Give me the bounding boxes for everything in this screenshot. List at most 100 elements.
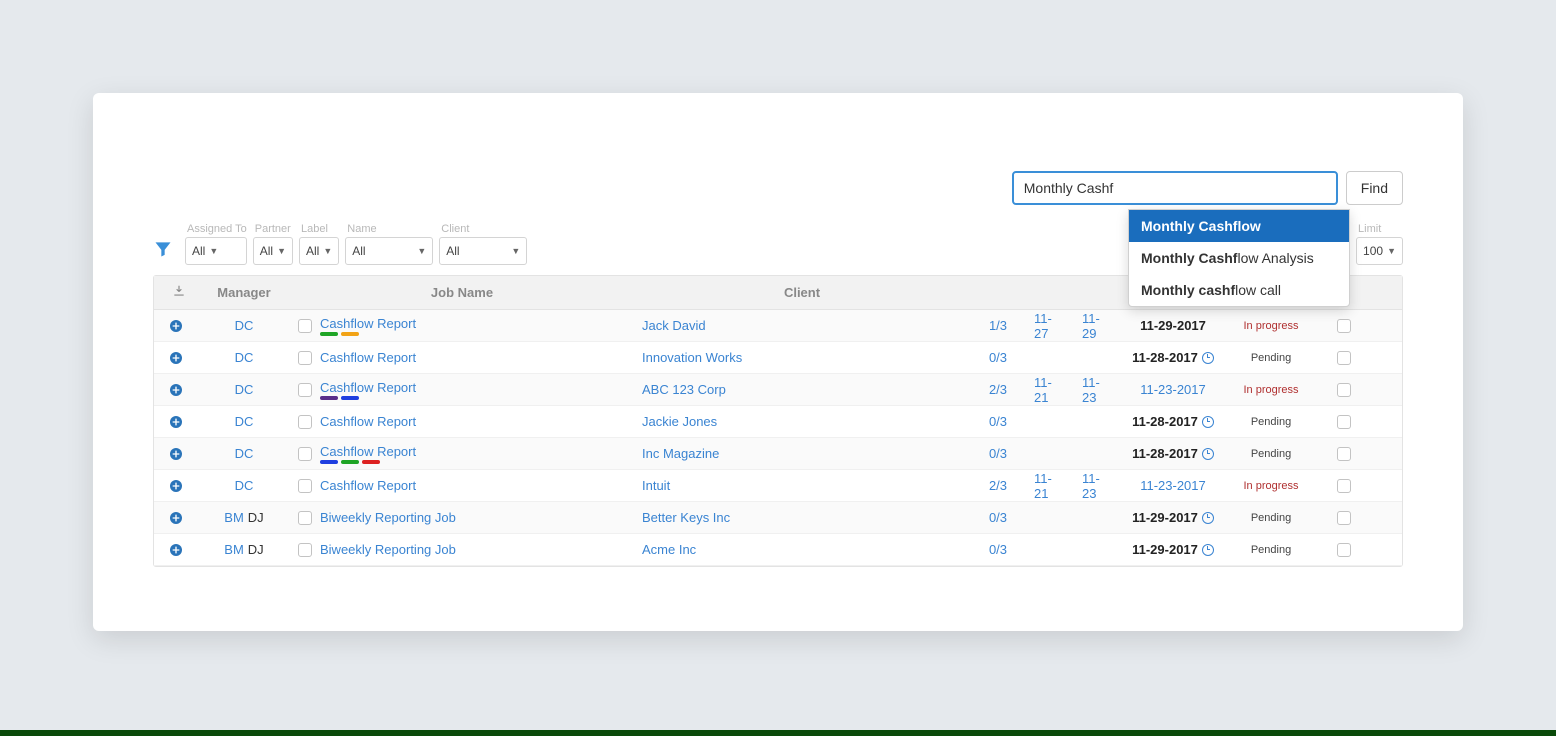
tasks-cell[interactable]: 0/3 — [970, 542, 1026, 557]
manager-link[interactable]: DC — [235, 414, 254, 429]
manager-link[interactable]: DC — [235, 446, 254, 461]
plus-circle-icon[interactable] — [168, 510, 184, 526]
in-cell[interactable]: 11-27 — [1026, 311, 1074, 341]
manager-link[interactable]: BM — [224, 542, 244, 557]
expand-cell — [154, 414, 198, 430]
autocomplete-item[interactable]: Monthly cashflow call — [1129, 274, 1349, 306]
table-row: DCCashflow ReportInc Magazine0/311-28-20… — [154, 438, 1402, 470]
row-select-checkbox[interactable] — [1337, 383, 1351, 397]
search-input[interactable] — [1012, 171, 1338, 205]
manager-cell: DC — [198, 478, 290, 493]
tasks-cell[interactable]: 0/3 — [970, 446, 1026, 461]
due-cell[interactable]: 11-23-2017 — [1122, 382, 1224, 397]
job-link[interactable]: Cashflow Report — [320, 478, 416, 493]
status-cell: In progress — [1224, 480, 1318, 492]
out-cell[interactable]: 11-23 — [1074, 375, 1122, 405]
jobs-card: Find Monthly CashflowMonthly Cashflow An… — [93, 93, 1463, 631]
tasks-cell[interactable]: 0/3 — [970, 510, 1026, 525]
tasks-cell[interactable]: 0/3 — [970, 350, 1026, 365]
tasks-cell[interactable]: 1/3 — [970, 318, 1026, 333]
plus-circle-icon[interactable] — [168, 414, 184, 430]
row-select-checkbox[interactable] — [1337, 511, 1351, 525]
row-select-checkbox[interactable] — [1337, 479, 1351, 493]
col-job-name: Job Name — [290, 285, 634, 300]
row-checkbox[interactable] — [298, 511, 312, 525]
client-link[interactable]: Better Keys Inc — [642, 510, 730, 525]
row-checkbox[interactable] — [298, 319, 312, 333]
autocomplete-item[interactable]: Monthly Cashflow Analysis — [1129, 242, 1349, 274]
row-select-cell — [1318, 319, 1370, 333]
row-checkbox[interactable] — [298, 447, 312, 461]
client-link[interactable]: Acme Inc — [642, 542, 696, 557]
expand-cell — [154, 318, 198, 334]
row-checkbox[interactable] — [298, 351, 312, 365]
status-cell: Pending — [1224, 416, 1318, 428]
download-icon[interactable] — [172, 284, 186, 298]
plus-circle-icon[interactable] — [168, 318, 184, 334]
client-link[interactable]: ABC 123 Corp — [642, 382, 726, 397]
in-cell[interactable]: 11-21 — [1026, 375, 1074, 405]
manager-link[interactable]: DC — [235, 318, 254, 333]
row-select-checkbox[interactable] — [1337, 319, 1351, 333]
manager-link[interactable]: DC — [235, 478, 254, 493]
row-checkbox[interactable] — [298, 415, 312, 429]
job-link[interactable]: Cashflow Report — [320, 444, 416, 459]
due-cell[interactable]: 11-23-2017 — [1122, 478, 1224, 493]
row-select-checkbox[interactable] — [1337, 447, 1351, 461]
client-cell: Jack David — [634, 318, 970, 333]
in-cell[interactable]: 11-21 — [1026, 471, 1074, 501]
tasks-cell[interactable]: 2/3 — [970, 478, 1026, 493]
filter-select-partner[interactable]: All▼ — [253, 237, 293, 265]
row-select-checkbox[interactable] — [1337, 415, 1351, 429]
manager-link[interactable]: DC — [235, 350, 254, 365]
plus-circle-icon[interactable] — [168, 478, 184, 494]
job-name-cell: Cashflow Report — [290, 380, 634, 400]
filter-select-client[interactable]: All▼ — [439, 237, 527, 265]
due-cell: 11-29-2017 — [1122, 318, 1224, 333]
row-select-checkbox[interactable] — [1337, 351, 1351, 365]
job-link[interactable]: Biweekly Reporting Job — [320, 510, 456, 525]
plus-circle-icon[interactable] — [168, 542, 184, 558]
manager-link[interactable]: BM — [224, 510, 244, 525]
job-link[interactable]: Cashflow Report — [320, 414, 416, 429]
tag-orange — [341, 332, 359, 336]
filter-label: Partner — [253, 223, 293, 235]
download-column — [154, 284, 198, 301]
filter-select-name[interactable]: All▼ — [345, 237, 433, 265]
manager-link[interactable]: DC — [235, 382, 254, 397]
col-client: Client — [634, 285, 970, 300]
clock-icon — [1202, 416, 1214, 428]
client-cell: Jackie Jones — [634, 414, 970, 429]
client-link[interactable]: Inc Magazine — [642, 446, 719, 461]
due-cell: 11-29-2017 — [1122, 542, 1224, 557]
plus-circle-icon[interactable] — [168, 350, 184, 366]
filter-label: Name — [345, 223, 433, 235]
plus-circle-icon[interactable] — [168, 446, 184, 462]
job-link[interactable]: Biweekly Reporting Job — [320, 542, 456, 557]
job-link[interactable]: Cashflow Report — [320, 350, 416, 365]
client-link[interactable]: Innovation Works — [642, 350, 742, 365]
row-select-checkbox[interactable] — [1337, 543, 1351, 557]
expand-cell — [154, 350, 198, 366]
row-checkbox[interactable] — [298, 383, 312, 397]
out-cell[interactable]: 11-23 — [1074, 471, 1122, 501]
row-checkbox[interactable] — [298, 479, 312, 493]
client-link[interactable]: Intuit — [642, 478, 670, 493]
plus-circle-icon[interactable] — [168, 382, 184, 398]
filter-select-label[interactable]: All▼ — [299, 237, 339, 265]
out-cell[interactable]: 11-29 — [1074, 311, 1122, 341]
tasks-cell[interactable]: 0/3 — [970, 414, 1026, 429]
job-link[interactable]: Cashflow Report — [320, 316, 416, 331]
client-link[interactable]: Jack David — [642, 318, 706, 333]
find-button[interactable]: Find — [1346, 171, 1403, 205]
row-checkbox[interactable] — [298, 543, 312, 557]
filter-select-limit[interactable]: 100▼ — [1356, 237, 1403, 265]
tasks-cell[interactable]: 2/3 — [970, 382, 1026, 397]
client-link[interactable]: Jackie Jones — [642, 414, 717, 429]
row-select-cell — [1318, 351, 1370, 365]
autocomplete-item[interactable]: Monthly Cashflow — [1129, 210, 1349, 242]
due-cell: 11-29-2017 — [1122, 510, 1224, 525]
expand-cell — [154, 478, 198, 494]
filter-select-assigned-to[interactable]: All▼ — [185, 237, 247, 265]
job-link[interactable]: Cashflow Report — [320, 380, 416, 395]
